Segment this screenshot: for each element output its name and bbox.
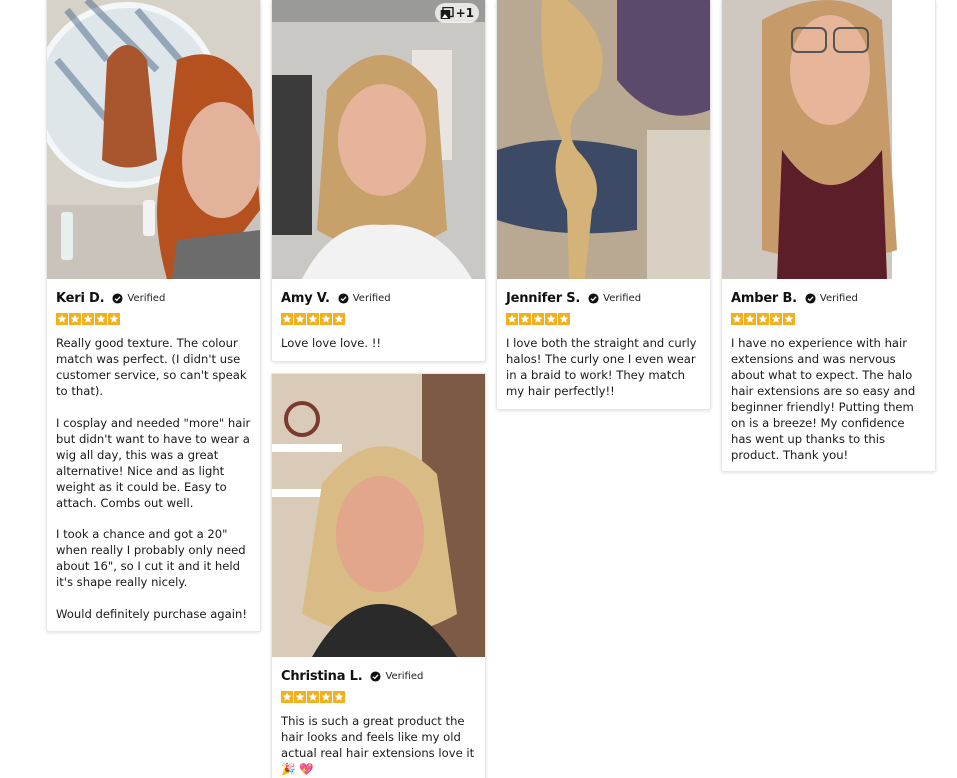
star-icon	[281, 313, 293, 325]
reviewer-name: Amy V.	[281, 290, 330, 306]
star-icon	[56, 313, 68, 325]
review-paragraph: Really good texture. The colour match wa…	[56, 336, 247, 398]
check-circle-icon	[370, 670, 381, 682]
verified-label: Verified	[352, 292, 391, 304]
star-icon	[95, 313, 107, 325]
review-photo[interactable]: +1	[272, 0, 485, 279]
star-icon	[294, 313, 306, 325]
review-photo[interactable]	[272, 374, 485, 657]
verified-label: Verified	[819, 292, 858, 304]
reviewer-name: Jennifer S.	[506, 290, 581, 306]
star-icon	[333, 691, 345, 703]
star-rating	[56, 313, 252, 326]
verified-label: Verified	[385, 670, 424, 682]
star-rating	[731, 313, 927, 326]
star-icon	[333, 313, 345, 325]
review-card-amy[interactable]: +1 Amy V. Verified Love love love. !!	[271, 0, 486, 362]
review-text: I love both the straight and curly halos…	[506, 335, 702, 399]
review-paragraph: I took a chance and got a 20" when reall…	[56, 527, 246, 589]
check-circle-icon	[338, 292, 349, 304]
check-circle-icon	[588, 292, 599, 304]
review-paragraph: I love both the straight and curly halos…	[506, 336, 697, 398]
verified-label: Verified	[603, 292, 642, 304]
review-card-jennifer[interactable]: Jennifer S. Verified I love both the str…	[496, 0, 711, 410]
gallery-icon	[440, 6, 454, 19]
review-text: Really good texture. The colour match wa…	[56, 335, 252, 622]
star-icon	[320, 691, 332, 703]
star-rating	[506, 313, 702, 326]
star-icon	[731, 313, 743, 325]
star-icon	[757, 313, 769, 325]
star-icon	[558, 313, 570, 325]
review-paragraph: I cosplay and needed "more" hair but did…	[56, 415, 251, 510]
star-icon	[532, 313, 544, 325]
star-icon	[770, 313, 782, 325]
review-paragraph: I have no experience with hair extension…	[731, 336, 916, 462]
star-rating	[281, 313, 477, 326]
star-icon	[519, 313, 531, 325]
check-circle-icon	[805, 292, 816, 304]
review-card-amber[interactable]: Amber B. Verified I have no experience w…	[721, 0, 936, 472]
reviewer-name: Amber B.	[731, 290, 797, 306]
review-text: I have no experience with hair extension…	[731, 335, 927, 463]
star-icon	[294, 691, 306, 703]
reviewer-name: Christina L.	[281, 668, 363, 684]
review-photo[interactable]	[47, 0, 260, 279]
review-paragraph: Love love love. !!	[281, 336, 381, 350]
check-circle-icon	[112, 292, 123, 304]
review-card-christina[interactable]: Christina L. Verified This is such a gre…	[271, 373, 486, 778]
review-paragraph: Would definitely purchase again!	[56, 606, 247, 621]
star-icon	[69, 313, 81, 325]
review-photo[interactable]	[497, 0, 710, 279]
star-rating	[281, 691, 477, 704]
star-icon	[281, 691, 293, 703]
star-icon	[545, 313, 557, 325]
review-photo[interactable]	[722, 0, 935, 279]
star-icon	[783, 313, 795, 325]
media-count: +1	[455, 6, 474, 20]
review-card-keri[interactable]: Keri D. Verified Really good texture. Th…	[46, 0, 261, 632]
star-icon	[108, 313, 120, 325]
star-icon	[82, 313, 94, 325]
star-icon	[307, 691, 319, 703]
reviews-grid: Keri D. Verified Really good texture. Th…	[0, 0, 957, 778]
star-icon	[506, 313, 518, 325]
star-icon	[320, 313, 332, 325]
review-text: Love love love. !!	[281, 335, 477, 351]
review-paragraph: This is such a great product the hair lo…	[281, 714, 475, 776]
media-count-badge[interactable]: +1	[434, 3, 479, 23]
reviewer-name: Keri D.	[56, 290, 105, 306]
review-text: This is such a great product the hair lo…	[281, 713, 477, 777]
verified-label: Verified	[127, 292, 166, 304]
star-icon	[744, 313, 756, 325]
star-icon	[307, 313, 319, 325]
